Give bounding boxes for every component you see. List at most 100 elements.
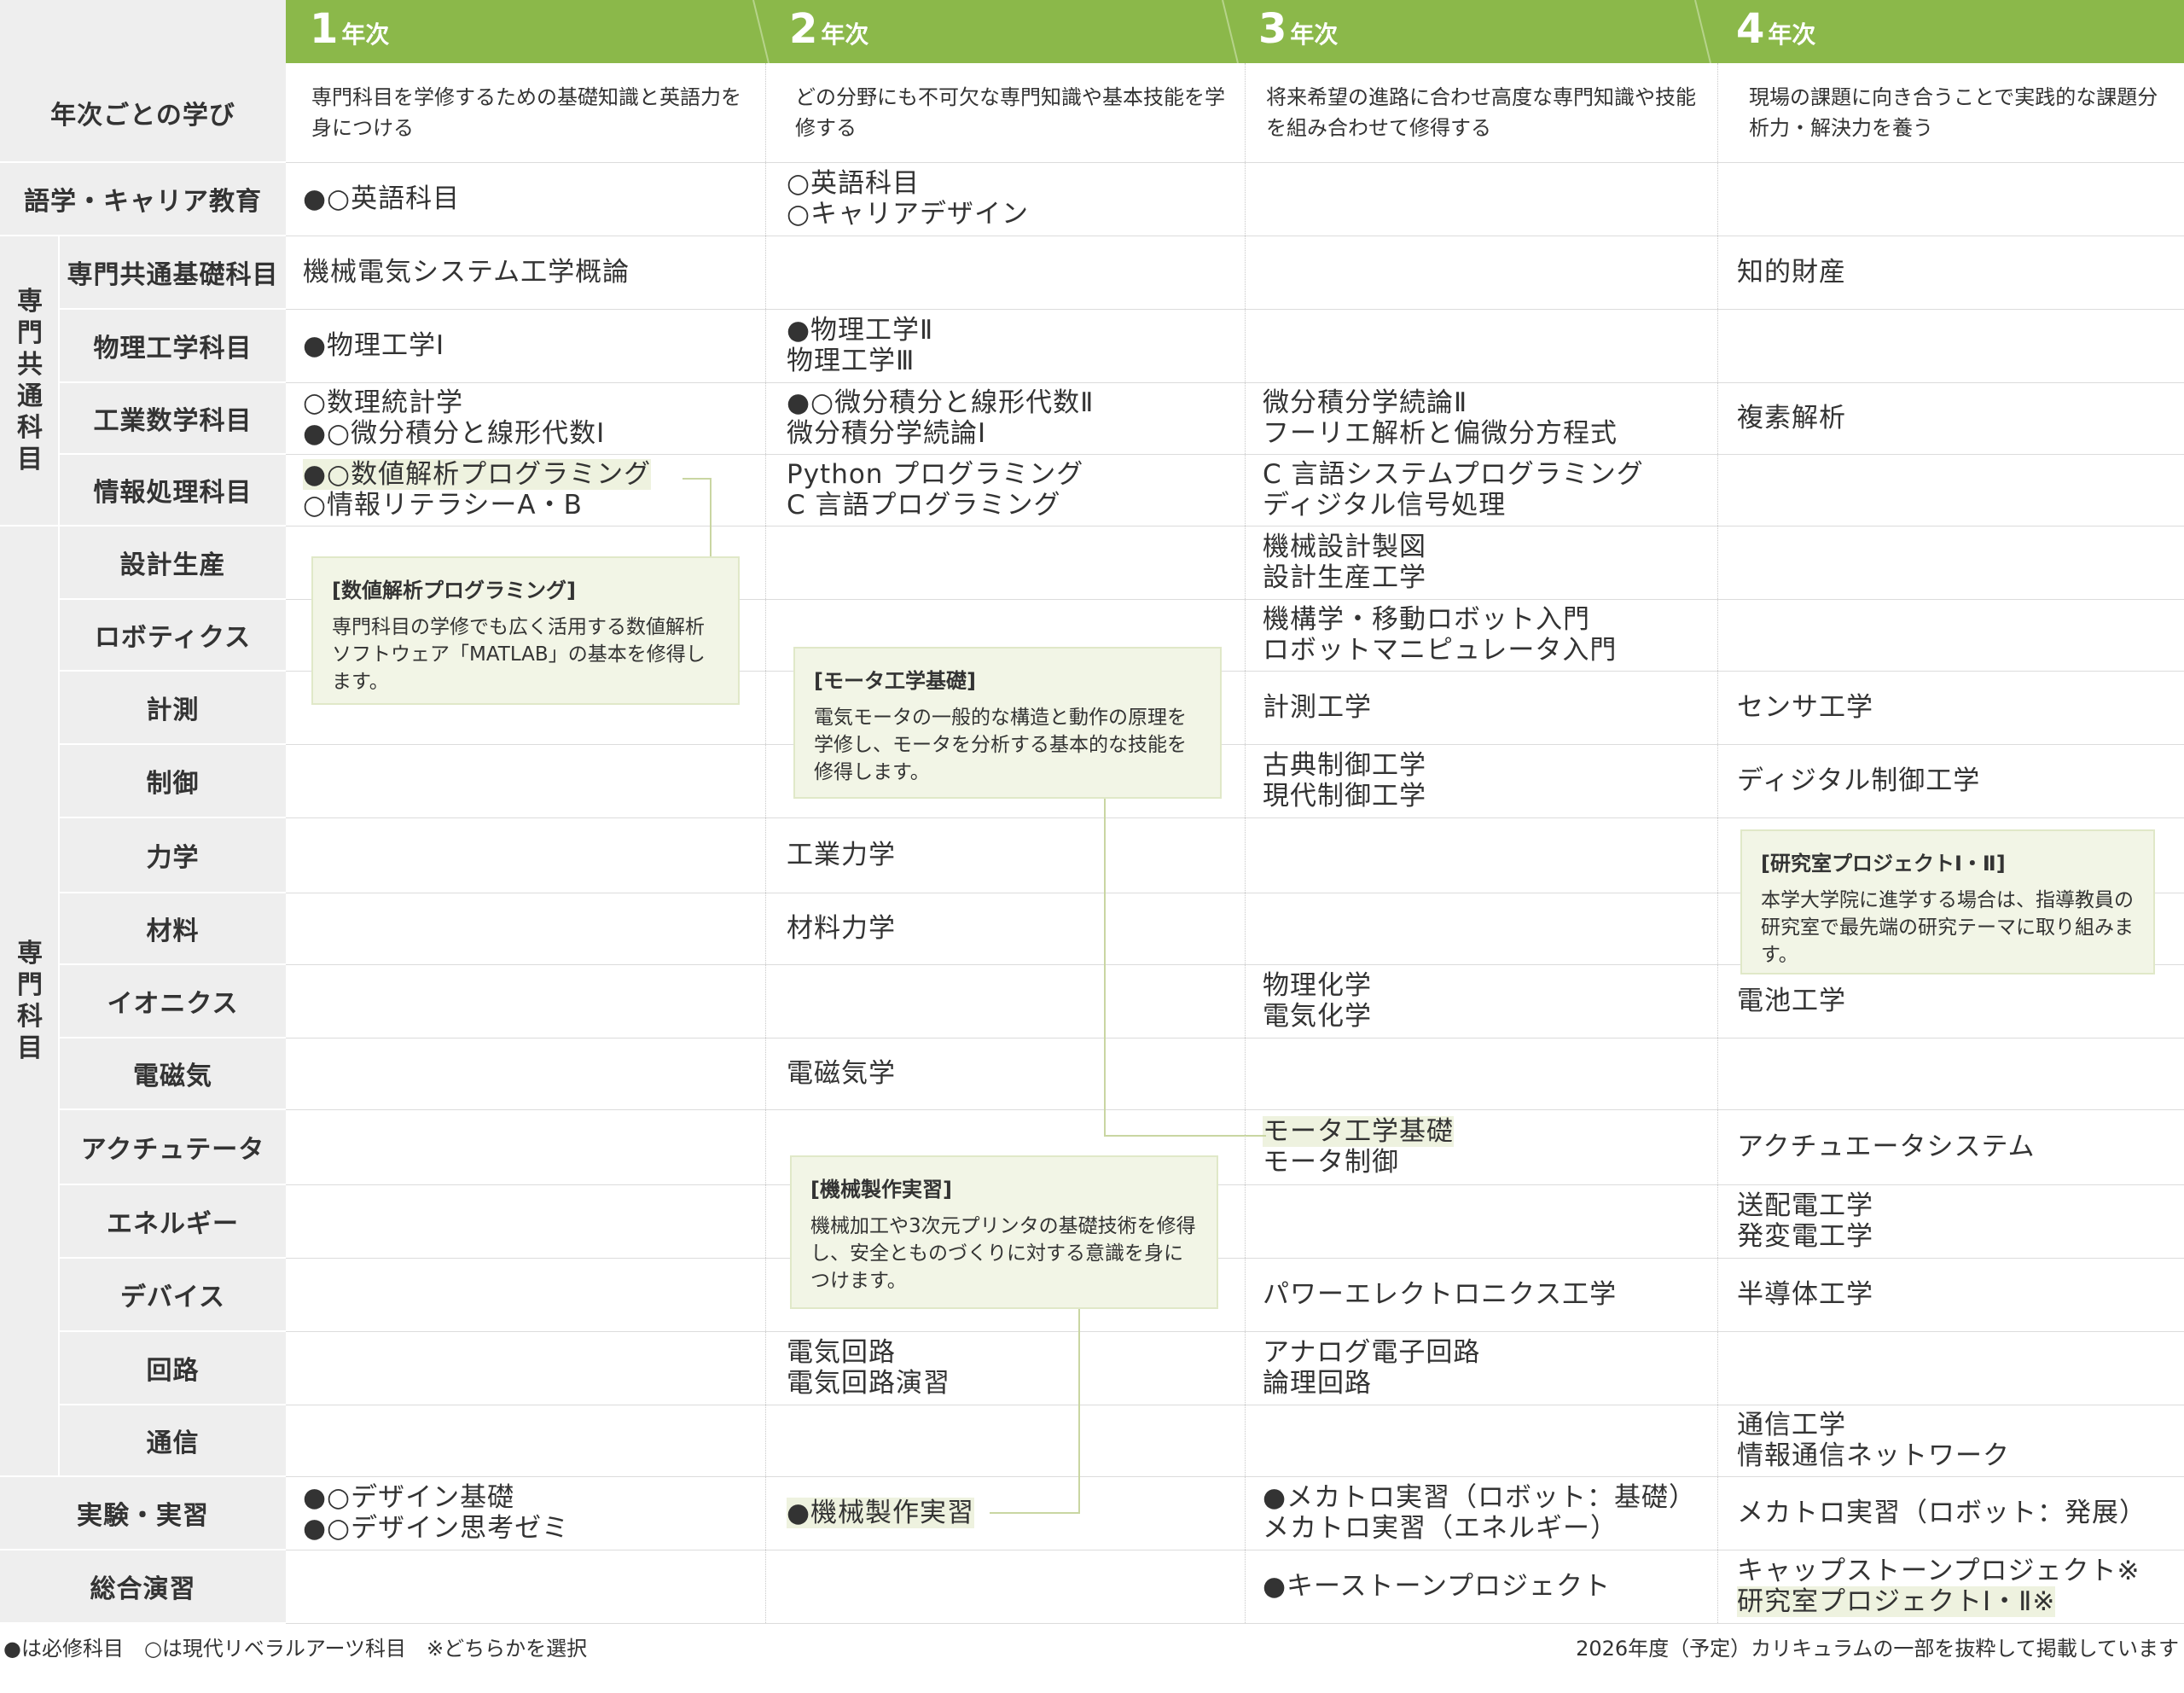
cell-info-y1: ●○数値解析プログラミング ○情報リテラシーA・B — [303, 454, 759, 526]
row-label-actuator: アクチュテータ — [80, 1135, 265, 1165]
label-divider — [0, 1475, 286, 1477]
note-lab-project-body: 本学大学院に進学する場合は、指導教員の研究室で最先端の研究テーマに取り組みます。 — [1761, 889, 2134, 966]
course-name: ロボットマニピュレータ入門 — [1263, 635, 1618, 666]
label-divider — [60, 1330, 286, 1332]
course-name: キャップストーンプロジェクト※ — [1737, 1556, 2140, 1586]
cell-ionics-y4: 電池工学 — [1737, 964, 2164, 1038]
cell-synthesis-y4: キャップストーンプロジェクト※ 研究室プロジェクトⅠ・Ⅱ※ — [1737, 1550, 2164, 1623]
row-divider — [286, 526, 2184, 527]
cell-mechanics-y2: 工業力学 — [787, 817, 1239, 893]
course-name: ○英語科目 — [787, 168, 921, 199]
label-divider — [60, 1404, 286, 1405]
course-name: C 言語システムプログラミング — [1263, 459, 1644, 490]
row-label-em: 電磁気 — [133, 1062, 212, 1091]
connector-motor-v — [1104, 797, 1107, 1135]
note-machining: [機械製作実習] 機械加工や3次元プリンタの基礎技術を修得し、安全とものづくりに… — [790, 1155, 1218, 1309]
label-divider — [60, 453, 286, 455]
course-name: 機械電気システム工学概論 — [303, 257, 630, 288]
row-label-energy: エネルギー — [107, 1209, 239, 1239]
cell-synthesis-y3: ●キーストーンプロジェクト — [1263, 1550, 1711, 1623]
year-4-header: 4 年次 — [1736, 5, 1816, 53]
course-name: 半導体工学 — [1737, 1279, 1873, 1310]
note-motor: [モータ工学基礎] 電気モータの一般的な構造と動作の原理を学修し、モータを分析す… — [793, 647, 1222, 799]
course-name: ●メカトロ実習（ロボット：基礎） — [1263, 1482, 1697, 1513]
course-name: 物理化学 — [1263, 970, 1372, 1001]
cell-lab-y3: ●メカトロ実習（ロボット：基礎） メカトロ実習（エネルギー） — [1263, 1476, 1711, 1550]
course-name: 送配電工学 — [1737, 1190, 1873, 1221]
course-name: C 言語プログラミング — [787, 490, 1061, 521]
label-divider — [0, 525, 286, 527]
cell-comm-y4: 通信工学 情報通信ネットワーク — [1737, 1405, 2164, 1476]
label-divider — [60, 381, 286, 383]
cell-device-y3: パワーエレクトロニクス工学 — [1263, 1258, 1711, 1331]
column-separator — [1245, 63, 1246, 1623]
cell-circuit-y2: 電気回路 電気回路演習 — [787, 1331, 1239, 1405]
row-label-math: 工業数学科目 — [93, 406, 253, 436]
curriculum-table: 1 年次 2 年次 3 年次 4 年次 年次ごとの学び 語学・キャリア教育 実験・実習 … — [0, 0, 2184, 1693]
course-name: 電気化学 — [1263, 1001, 1372, 1032]
label-divider — [60, 598, 286, 600]
course-name: 知的財産 — [1737, 257, 1846, 288]
row-label-device: デバイス — [119, 1283, 226, 1312]
row-label-language: 語学・キャリア教育 — [24, 187, 262, 217]
course-name: ●○デザイン思考ゼミ — [303, 1513, 570, 1544]
cell-math-y3: 微分積分学続論Ⅱ フーリエ解析と偏微分方程式 — [1263, 382, 1711, 454]
label-divider — [0, 1549, 286, 1550]
note-motor-body: 電気モータの一般的な構造と動作の原理を学修し、モータを分析する基本的な技能を修得… — [814, 707, 1187, 783]
course-name: アナログ電子回路 — [1263, 1337, 1481, 1368]
connector-numerical-v — [710, 478, 712, 561]
course-name: メカトロ実習（エネルギー） — [1263, 1513, 1618, 1544]
connector-machining-h — [990, 1512, 1080, 1515]
row-label-measure: 計測 — [146, 695, 200, 725]
label-divider — [60, 308, 286, 310]
course-name: メカトロ実習（ロボット：発展） — [1737, 1498, 2146, 1528]
cell-language-y1: ●○英語科目 — [303, 162, 759, 236]
course-name: 複素解析 — [1737, 403, 1846, 433]
row-divider — [286, 1623, 2184, 1624]
cell-measure-y4: センサ工学 — [1737, 671, 2164, 744]
course-name: ●物理工学Ⅰ — [303, 330, 445, 361]
learning-y1: 専門科目を学修するための基礎知識と英語力を身につける — [311, 85, 741, 140]
cell-design-y3: 機械設計製図 設計生産工学 — [1263, 526, 1711, 599]
note-machining-body: 機械加工や3次元プリンタの基礎技術を修得し、安全とものづくりに対する意識を身につ… — [810, 1215, 1196, 1292]
year-2-header: 2 年次 — [789, 5, 869, 53]
cell-control-y3: 古典制御工学 現代制御工学 — [1263, 744, 1711, 817]
cell-math-y1: ○数理統計学 ●○微分積分と線形代数Ⅰ — [303, 382, 759, 454]
course-name: ○情報リテラシーA・B — [303, 490, 583, 521]
course-name: パワーエレクトロニクス工学 — [1263, 1279, 1618, 1310]
row-label-physics: 物理工学科目 — [93, 334, 253, 364]
course-name: ディジタル信号処理 — [1263, 490, 1507, 521]
course-name: Python プログラミング — [787, 459, 1084, 490]
label-divider — [60, 1184, 286, 1185]
course-name: 古典制御工学 — [1263, 750, 1426, 781]
course-name: ●○微分積分と線形代数Ⅰ — [303, 418, 606, 449]
cell-common_basic-y4: 知的財産 — [1737, 236, 2164, 309]
course-name: ●○英語科目 — [303, 183, 461, 214]
cell-device-y4: 半導体工学 — [1737, 1258, 2164, 1331]
group-label-common-text: 専門共通科目 — [17, 287, 43, 474]
cell-circuit-y3: アナログ電子回路 論理回路 — [1263, 1331, 1711, 1405]
course-name: 研究室プロジェクトⅠ・Ⅱ※ — [1737, 1586, 2056, 1617]
row-label-design: 設計生産 — [119, 550, 226, 580]
label-divider — [60, 817, 286, 818]
label-divider — [60, 743, 286, 745]
course-name: ●○微分積分と線形代数Ⅱ — [787, 387, 1095, 418]
note-numerical-title: [数値解析プログラミング] — [332, 579, 576, 602]
row-label-lab: 実験・実習 — [77, 1501, 209, 1531]
course-name: アクチュエータシステム — [1737, 1132, 2036, 1162]
row-label-circuit: 回路 — [146, 1356, 200, 1386]
course-name: 微分積分学続論Ⅰ — [787, 418, 987, 449]
cell-energy-y4: 送配電工学 発変電工学 — [1737, 1184, 2164, 1258]
cell-lab-y1: ●○デザイン基礎 ●○デザイン思考ゼミ — [303, 1476, 759, 1550]
course-name: 微分積分学続論Ⅱ — [1263, 387, 1468, 418]
column-separator — [1717, 63, 1718, 1623]
course-name: ○キャリアデザイン — [787, 199, 1030, 230]
group-separator — [58, 236, 60, 1476]
learning-y3: 将来希望の進路に合わせ高度な専門知識や技能を組み合わせて修得する — [1266, 85, 1696, 140]
note-machining-title: [機械製作実習] — [810, 1178, 952, 1201]
row-label-mechanics: 力学 — [146, 843, 200, 873]
course-name: ●キーストーンプロジェクト — [1263, 1571, 1612, 1602]
year-1-header: 1 年次 — [310, 5, 390, 53]
cell-math-y2: ●○微分積分と線形代数Ⅱ 微分積分学続論Ⅰ — [787, 382, 1239, 454]
label-divider — [60, 1037, 286, 1038]
